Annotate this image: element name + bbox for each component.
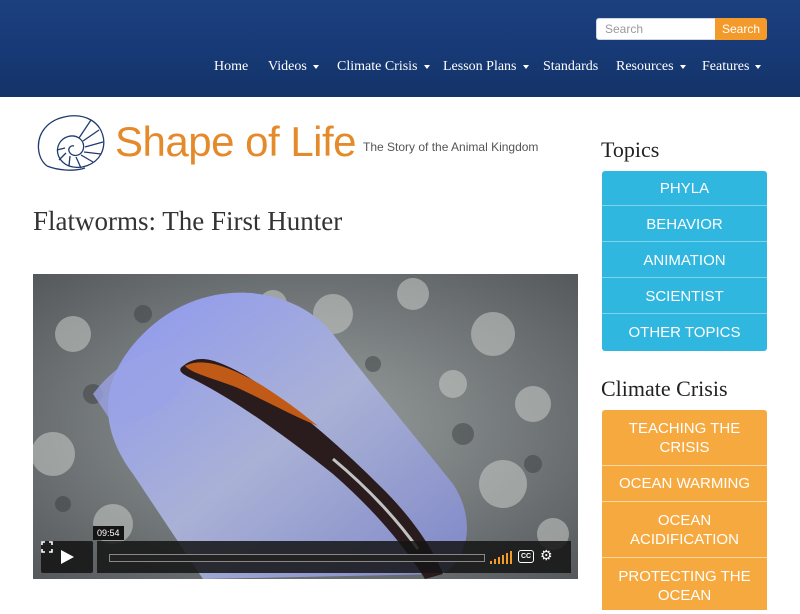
chevron-down-icon bbox=[755, 64, 762, 69]
chevron-down-icon bbox=[679, 64, 686, 69]
video-timecode: 09:54 bbox=[93, 526, 124, 540]
search-input[interactable] bbox=[596, 18, 720, 40]
chevron-down-icon bbox=[522, 64, 529, 69]
nautilus-shell-icon bbox=[37, 115, 105, 171]
site-logo[interactable]: Shape of Life The Story of the Animal Ki… bbox=[33, 110, 538, 172]
main-nav: Home Videos Climate Crisis Lesson Plans … bbox=[0, 59, 800, 77]
climate-crisis-heading: Climate Crisis bbox=[601, 376, 728, 401]
nav-lesson-plans-label: Lesson Plans bbox=[443, 59, 517, 74]
page-title: Flatworms: The First Hunter bbox=[33, 206, 343, 236]
chevron-down-icon bbox=[312, 64, 319, 69]
video-player[interactable]: 09:54 CC ⚙ bbox=[33, 274, 578, 579]
climate-crisis-list: TEACHING THE CRISIS OCEAN WARMING OCEAN … bbox=[602, 410, 767, 610]
topics-list: PHYLA BEHAVIOR ANIMATION SCIENTIST OTHER… bbox=[602, 171, 767, 351]
chevron-down-icon bbox=[423, 64, 430, 69]
play-icon bbox=[61, 550, 74, 564]
nav-climate-crisis[interactable]: Climate Crisis bbox=[337, 59, 430, 75]
nav-videos-label: Videos bbox=[268, 59, 307, 74]
nav-features-label: Features bbox=[702, 59, 750, 74]
topic-scientist[interactable]: SCIENTIST bbox=[602, 279, 767, 314]
volume-icon[interactable] bbox=[490, 551, 512, 564]
nav-videos[interactable]: Videos bbox=[268, 59, 319, 75]
topic-animation[interactable]: ANIMATION bbox=[602, 243, 767, 278]
nav-climate-crisis-label: Climate Crisis bbox=[337, 59, 418, 74]
topic-behavior[interactable]: BEHAVIOR bbox=[602, 207, 767, 242]
nav-resources[interactable]: Resources bbox=[616, 59, 686, 75]
progress-bar[interactable] bbox=[109, 554, 485, 562]
nav-standards[interactable]: Standards bbox=[543, 59, 598, 75]
closed-captions-button[interactable]: CC bbox=[518, 550, 534, 563]
climate-protecting-the-ocean[interactable]: PROTECTING THE OCEAN bbox=[602, 558, 767, 614]
search-button[interactable]: Search bbox=[715, 18, 767, 40]
topic-other-topics[interactable]: OTHER TOPICS bbox=[602, 315, 767, 350]
fullscreen-icon[interactable] bbox=[41, 541, 53, 553]
nav-features[interactable]: Features bbox=[702, 59, 762, 75]
logo-tagline: The Story of the Animal Kingdom bbox=[363, 140, 539, 154]
climate-ocean-acidification[interactable]: OCEAN ACIDIFICATION bbox=[602, 502, 767, 558]
topics-heading: Topics bbox=[601, 137, 660, 162]
site-header: Search Home Videos Climate Crisis Lesson… bbox=[0, 0, 800, 97]
nav-home-label: Home bbox=[214, 59, 249, 74]
topic-phyla[interactable]: PHYLA bbox=[602, 171, 767, 206]
logo-title: Shape of Life bbox=[115, 118, 357, 165]
gear-icon[interactable]: ⚙ bbox=[540, 549, 553, 565]
video-controls: 09:54 CC ⚙ bbox=[41, 526, 571, 573]
climate-ocean-warming[interactable]: OCEAN WARMING bbox=[602, 466, 767, 502]
nav-resources-label: Resources bbox=[616, 59, 674, 74]
climate-teaching-the-crisis[interactable]: TEACHING THE CRISIS bbox=[602, 410, 767, 466]
nav-home[interactable]: Home bbox=[214, 59, 248, 75]
nav-standards-label: Standards bbox=[543, 59, 599, 74]
nav-lesson-plans[interactable]: Lesson Plans bbox=[443, 59, 529, 75]
